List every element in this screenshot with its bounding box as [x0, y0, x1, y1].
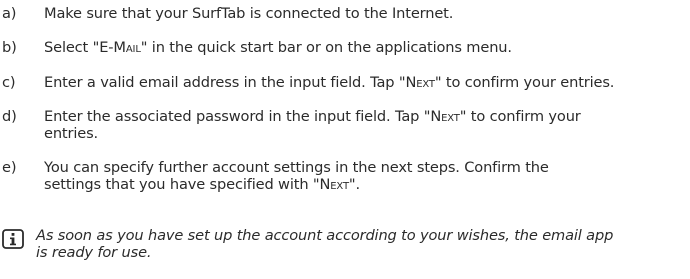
- step-letter: d): [2, 108, 17, 125]
- step-text: Enter a valid email address in the input…: [44, 74, 615, 91]
- step-letter: e): [2, 159, 17, 176]
- step-text: Make sure that your SurfTab is connected…: [44, 5, 454, 22]
- note-text: As soon as you have set up the account a…: [36, 227, 614, 261]
- step-text: You can specify further account settings…: [44, 159, 549, 193]
- instructions-document: a) Make sure that your SurfTab is connec…: [0, 0, 690, 279]
- next-label: Next: [430, 108, 460, 125]
- step-text: Enter the associated password in the inp…: [44, 108, 581, 142]
- step-text: Select "E-Mail" in the quick start bar o…: [44, 39, 512, 56]
- next-label: Next: [405, 74, 435, 91]
- email-menu-label: E-Mail: [99, 39, 141, 56]
- step-letter: c): [2, 74, 16, 91]
- step-letter: a): [2, 5, 17, 22]
- info-icon: [2, 229, 24, 249]
- step-letter: b): [2, 39, 17, 56]
- next-label: Next: [319, 176, 349, 193]
